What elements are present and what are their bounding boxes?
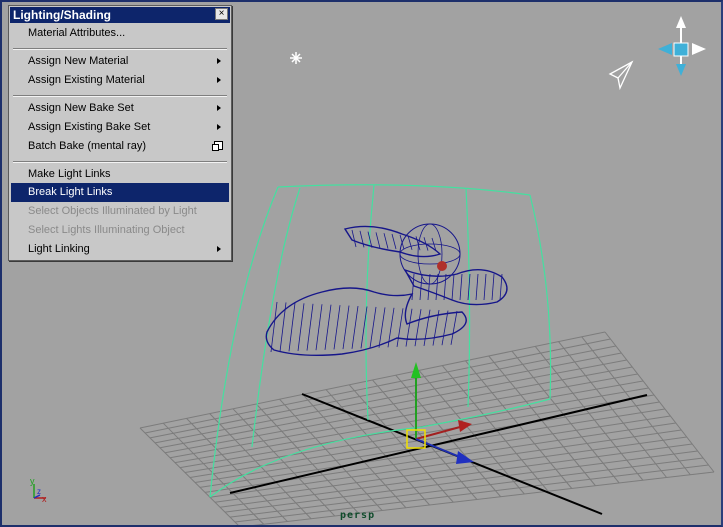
mesh-line <box>324 304 332 350</box>
mesh-line <box>491 273 495 301</box>
mesh-line <box>378 307 386 348</box>
mesh-line <box>423 309 431 346</box>
submenu-arrow-icon <box>217 77 221 83</box>
menu-item-label: Assign Existing Material <box>28 74 145 86</box>
camera-name-label: persp <box>340 510 376 521</box>
mesh-line <box>333 305 341 350</box>
mesh-line <box>483 273 487 301</box>
mesh-line <box>405 308 413 347</box>
mesh-line <box>351 305 359 349</box>
close-icon[interactable]: × <box>215 8 228 20</box>
option-box-icon[interactable] <box>212 141 223 151</box>
menu-item-label: Material Attributes... <box>28 27 126 39</box>
submenu-arrow-icon <box>217 58 221 64</box>
menu-item-batch-bake[interactable]: Batch Bake (mental ray) <box>11 137 229 156</box>
menu-separator <box>13 48 227 50</box>
lighting-shading-menu: Lighting/Shading × Material Attributes..… <box>8 5 232 261</box>
frame-top-edge <box>277 184 531 196</box>
submenu-arrow-icon <box>217 124 221 130</box>
menu-item-assign-new-bake-set[interactable]: Assign New Bake Set <box>11 99 229 118</box>
mesh-line <box>351 229 357 248</box>
mesh-line <box>459 273 463 301</box>
menu-item-assign-existing-material[interactable]: Assign Existing Material <box>11 71 229 90</box>
axis-label-z: z <box>37 487 41 496</box>
menu-title-bar[interactable]: Lighting/Shading × <box>10 7 230 23</box>
menu-item-select-lights-illuminating: Select Lights Illuminating Object <box>11 221 229 240</box>
menu-item-label: Batch Bake (mental ray) <box>28 140 146 152</box>
mesh-line <box>396 308 404 348</box>
axis-label-x: x <box>42 494 47 504</box>
menu-item-make-light-links[interactable]: Make Light Links <box>11 165 229 184</box>
view-cube-icon[interactable] <box>658 16 706 76</box>
menu-item-assign-new-material[interactable]: Assign New Material <box>11 52 229 71</box>
mesh-line <box>288 302 296 352</box>
menu-item-assign-existing-bake-set[interactable]: Assign Existing Bake Set <box>11 118 229 137</box>
mesh-line <box>475 273 479 301</box>
mesh-line <box>383 233 389 249</box>
light-sun-icon[interactable] <box>290 52 302 64</box>
menu-separator <box>13 95 227 97</box>
mesh-line <box>342 305 350 350</box>
axis-label-y: y <box>30 476 35 486</box>
grid-line <box>558 341 667 478</box>
mesh-line <box>306 303 314 351</box>
menu-item-label: Assign New Bake Set <box>28 102 134 114</box>
mesh-line <box>441 310 449 346</box>
mesh-line <box>369 306 377 349</box>
frame-inner-line-2 <box>365 184 375 421</box>
menu-item-label: Select Lights Illuminating Object <box>28 224 185 236</box>
menu-separator <box>13 161 227 163</box>
axis-indicator: y x z <box>30 476 47 504</box>
menu-item-material-attributes[interactable]: Material Attributes... <box>11 24 229 43</box>
mesh-line <box>279 302 287 352</box>
mesh-hatching <box>270 229 503 353</box>
ground-grid <box>139 331 715 525</box>
menu-item-label: Assign New Material <box>28 55 129 67</box>
menu-item-label: Light Linking <box>28 243 90 255</box>
camera-plane-icon[interactable] <box>608 60 634 91</box>
grid-line <box>252 471 715 525</box>
menu-item-light-linking[interactable]: Light Linking <box>11 240 229 259</box>
mesh-line <box>297 303 305 351</box>
submenu-arrow-icon <box>217 105 221 111</box>
mesh-line <box>443 273 447 301</box>
menu-item-select-objects-illuminated: Select Objects Illuminated by Light <box>11 202 229 221</box>
mesh-line <box>391 233 397 250</box>
grid-line <box>229 457 704 518</box>
wireframe-mesh[interactable] <box>265 223 508 357</box>
selected-point-light[interactable] <box>437 261 447 271</box>
mesh-line <box>499 273 503 301</box>
menu-item-label: Select Objects Illuminated by Light <box>28 205 197 217</box>
menu-item-label: Make Light Links <box>28 168 111 180</box>
mesh-line <box>414 309 422 347</box>
mesh-line <box>359 230 365 248</box>
menu-title-text: Lighting/Shading <box>13 8 111 22</box>
mesh-line <box>315 304 323 351</box>
mesh-line <box>427 273 431 301</box>
submenu-arrow-icon <box>217 246 221 252</box>
mesh-line <box>419 273 423 301</box>
mesh-line <box>375 232 381 249</box>
mesh-upper-left <box>343 225 442 258</box>
mesh-line <box>451 273 455 301</box>
mesh-line <box>450 310 458 345</box>
menu-item-label: Break Light Links <box>28 186 113 198</box>
menu-item-label: Assign Existing Bake Set <box>28 121 151 133</box>
menu-item-break-light-links[interactable]: Break Light Links <box>11 183 229 202</box>
